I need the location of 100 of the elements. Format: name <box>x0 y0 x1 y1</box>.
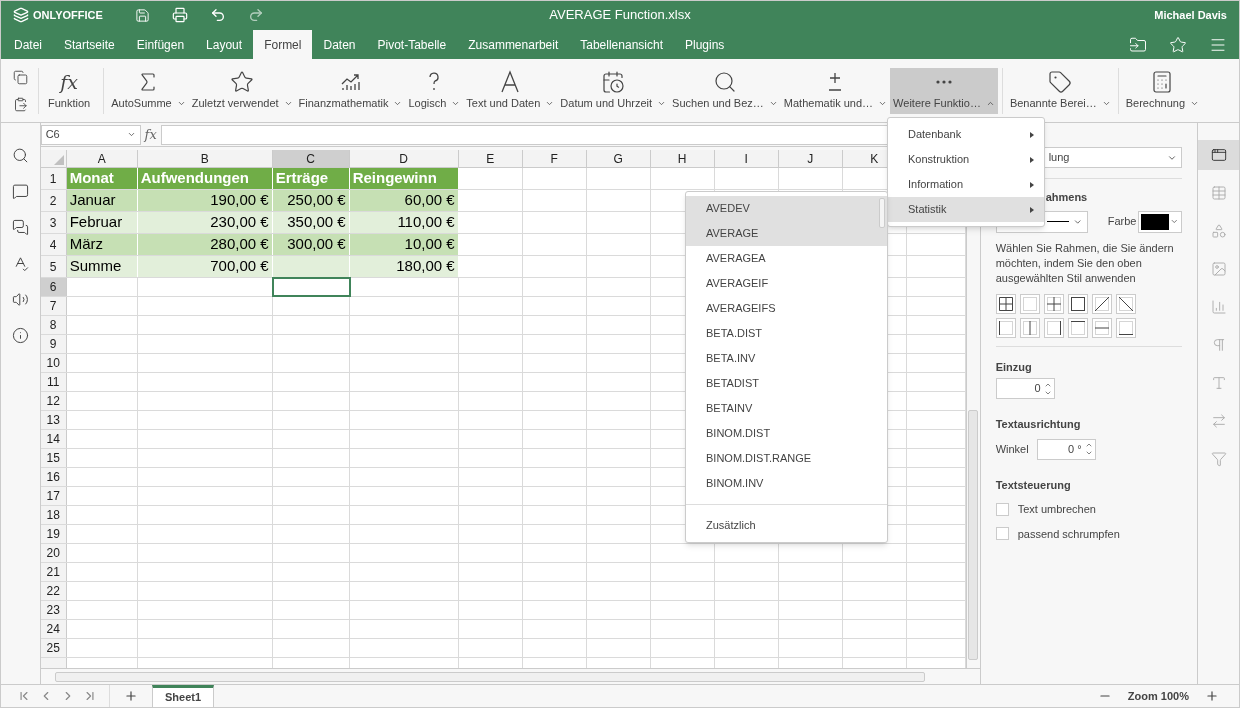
row-header[interactable]: 18 <box>40 506 67 524</box>
menu-item[interactable]: AVEDEV <box>686 196 887 221</box>
row-header[interactable]: 13 <box>40 411 67 429</box>
menu-item[interactable]: AVERAGEIF <box>686 271 887 296</box>
row-header[interactable]: 11 <box>40 373 67 391</box>
save-icon[interactable] <box>135 7 150 23</box>
menu-item[interactable]: BETADIST <box>686 371 887 396</box>
menu-tab[interactable]: Formel <box>253 30 313 59</box>
menu-tab[interactable]: Datei <box>3 30 53 59</box>
border-style-button[interactable] <box>1067 293 1088 314</box>
column-header[interactable]: B <box>137 150 273 167</box>
table-icon[interactable] <box>1210 185 1227 201</box>
border-style-button[interactable] <box>1067 317 1088 338</box>
menu-item[interactable]: AVERAGE <box>686 221 887 246</box>
sheet-tab[interactable]: Sheet1 <box>152 684 215 707</box>
border-style-button[interactable] <box>1115 293 1136 314</box>
image-icon[interactable] <box>1210 261 1227 277</box>
border-style-button[interactable] <box>1115 317 1136 338</box>
angle-spinner[interactable]: 0 ° <box>1036 438 1096 460</box>
row-header[interactable]: 17 <box>40 487 67 505</box>
shapes-icon[interactable] <box>1210 223 1227 239</box>
row-header[interactable]: 21 <box>40 563 67 581</box>
row-header[interactable]: 25 <box>40 639 67 657</box>
comment-icon[interactable] <box>11 183 29 200</box>
border-style-button[interactable] <box>1043 317 1064 338</box>
row-header[interactable]: 8 <box>40 316 67 334</box>
column-header[interactable]: H <box>650 150 715 167</box>
column-header[interactable]: C <box>272 150 350 167</box>
row-header[interactable]: 1 <box>40 168 67 189</box>
column-header[interactable]: G <box>586 150 651 167</box>
row-header[interactable]: 9 <box>40 335 67 353</box>
menu-tab[interactable]: Daten <box>312 30 367 59</box>
row-header[interactable]: 6 <box>40 278 67 296</box>
undo-icon[interactable] <box>210 7 226 23</box>
column-header[interactable]: F <box>522 150 587 167</box>
row-header[interactable]: 5 <box>40 256 67 277</box>
info-icon[interactable] <box>11 327 29 344</box>
copy-icon[interactable] <box>13 69 28 85</box>
row-header[interactable]: 20 <box>40 544 67 562</box>
toolbar-button[interactable]: Logisch <box>405 67 464 114</box>
border-style-button[interactable] <box>995 317 1016 338</box>
chat-icon[interactable] <box>11 219 29 236</box>
up-icon[interactable] <box>1084 441 1093 449</box>
row-header[interactable]: 10 <box>40 354 67 372</box>
menu-item[interactable]: BETAINV <box>686 396 887 421</box>
function-icon[interactable]: fx <box>140 124 161 145</box>
column-header[interactable]: I <box>714 150 779 167</box>
menu-tab[interactable]: Startseite <box>53 30 126 59</box>
toolbar-button[interactable]: Benannte Berei… <box>1006 67 1114 114</box>
menu-item[interactable]: BETA.DIST <box>686 321 887 346</box>
toolbar-button[interactable]: Weitere Funktio… <box>890 67 998 114</box>
add-sheet-icon[interactable] <box>124 689 138 703</box>
row-header[interactable]: 16 <box>40 468 67 486</box>
checkbox[interactable] <box>995 527 1009 541</box>
border-style-button[interactable] <box>995 293 1016 314</box>
toolbar-button[interactable]: fx Funktion <box>45 67 94 114</box>
toolbar-button[interactable]: Datum und Uhrzeit <box>557 67 670 114</box>
menu-item[interactable]: Datenbank <box>888 122 1044 147</box>
zoom-in-icon[interactable] <box>1205 689 1219 703</box>
redo-icon[interactable] <box>248 7 264 23</box>
toolbar-button[interactable]: Suchen und Bez… <box>669 67 781 114</box>
toolbar-button[interactable]: AutoSumme <box>108 67 189 114</box>
menu-tab[interactable]: Zusammenarbeit <box>457 30 570 59</box>
menu-tab[interactable]: Plugins <box>674 30 736 59</box>
menu-item[interactable]: AVERAGEA <box>686 246 887 271</box>
search-icon[interactable] <box>11 147 29 164</box>
row-header[interactable]: 23 <box>40 601 67 619</box>
swap-icon[interactable] <box>1210 413 1227 429</box>
row-header[interactable]: 19 <box>40 525 67 543</box>
row-header[interactable]: 7 <box>40 297 67 315</box>
print-icon[interactable] <box>172 7 188 23</box>
row-header[interactable]: 22 <box>40 582 67 600</box>
menu-tab[interactable]: Einfügen <box>125 30 196 59</box>
menu-item[interactable]: BETA.INV <box>686 346 887 371</box>
row-header[interactable]: 24 <box>40 620 67 638</box>
menu-item[interactable]: BINOM.DIST.RANGE <box>686 446 887 471</box>
menu-item[interactable]: Statistik <box>888 197 1044 222</box>
indent-spinner[interactable]: 0 <box>995 378 1055 399</box>
down-icon[interactable] <box>1084 449 1093 457</box>
menu-item[interactable]: BINOM.INV <box>686 471 887 496</box>
folder-icon[interactable] <box>1129 35 1147 54</box>
paste-icon[interactable] <box>13 96 28 112</box>
chart-icon[interactable] <box>1210 299 1227 315</box>
color-picker[interactable] <box>1138 210 1182 233</box>
last-sheet-icon[interactable] <box>83 689 97 703</box>
row-header[interactable]: 14 <box>40 430 67 448</box>
column-header[interactable]: J <box>778 150 843 167</box>
toolbar-button[interactable]: Zuletzt verwendet <box>188 67 296 114</box>
column-header[interactable]: D <box>349 150 459 167</box>
menu-tab[interactable]: Layout <box>195 30 254 59</box>
menu-item[interactable]: BINOM.DIST <box>686 421 887 446</box>
toolbar-button[interactable]: Text und Daten <box>463 67 558 114</box>
menu-item[interactable]: Information <box>888 172 1044 197</box>
toolbar-button[interactable]: Mathematik und… <box>780 67 891 114</box>
name-box[interactable]: C6 <box>40 124 141 145</box>
speaker-icon[interactable] <box>11 291 29 308</box>
cell-settings-icon[interactable] <box>1210 147 1227 163</box>
row-header[interactable]: 4 <box>40 234 67 255</box>
filter-icon[interactable] <box>1210 451 1227 467</box>
row-header[interactable]: 2 <box>40 190 67 211</box>
